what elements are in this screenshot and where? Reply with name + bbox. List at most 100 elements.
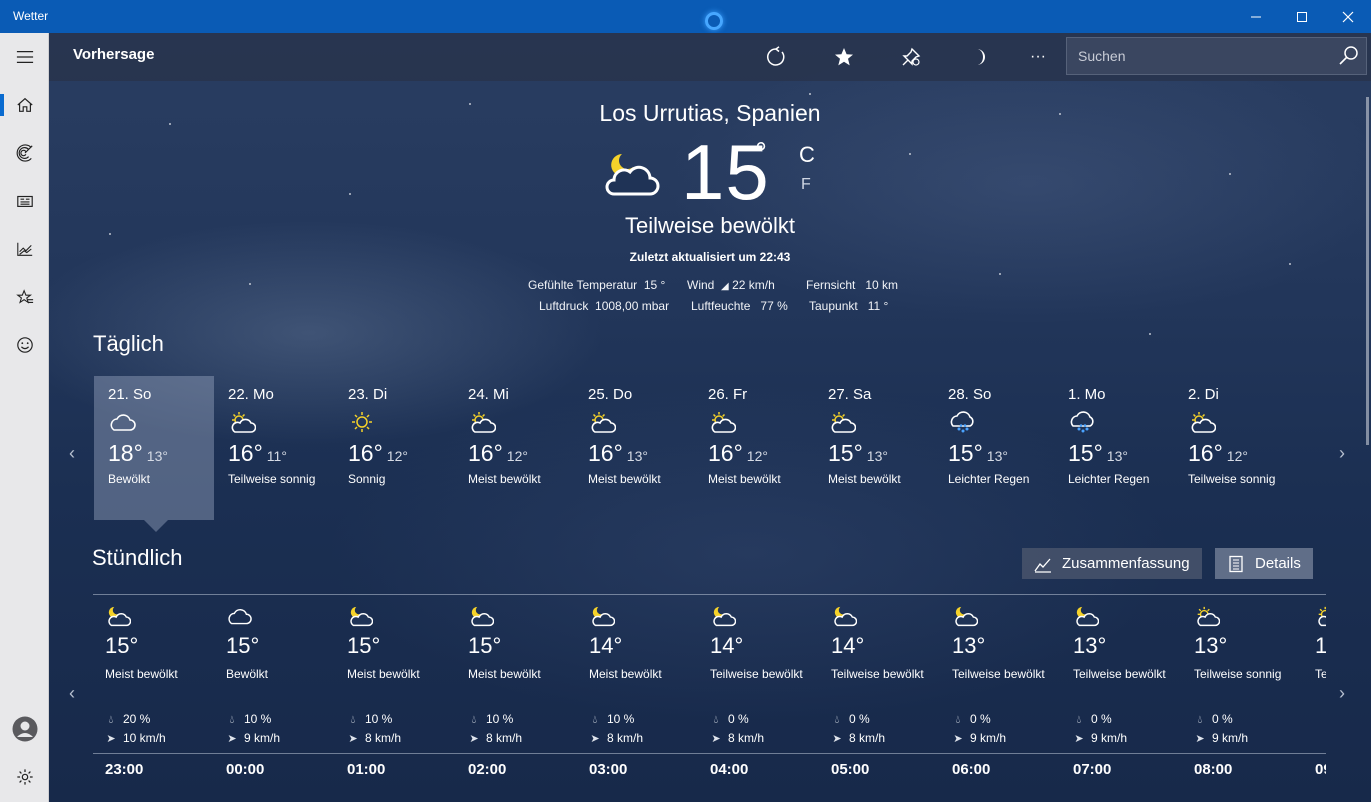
settings-gear-icon[interactable] xyxy=(0,757,49,797)
partly-sunny-icon xyxy=(1315,605,1326,627)
hour-condition: Meist bewölkt xyxy=(347,667,420,681)
hour-wind: ➤ 10 km/h xyxy=(105,731,165,745)
hour-condition: Meist bewölkt xyxy=(589,667,662,681)
hour-temp: 15° xyxy=(226,633,260,658)
precip-value: 20 % xyxy=(123,712,151,726)
partly-cloudy-night-icon xyxy=(1073,605,1100,627)
wind-direction-icon: ➤ xyxy=(469,733,479,745)
precip-value: 0 % xyxy=(849,712,870,726)
daily-next-arrow-icon[interactable]: › xyxy=(1339,443,1345,464)
hour-precipitation: 💧︎ 10 % xyxy=(226,712,272,727)
feedback-smiley-icon[interactable] xyxy=(0,325,49,365)
wind-value: 8 km/h xyxy=(849,731,886,745)
wind-direction-icon: ➤ xyxy=(348,733,358,745)
hour-wind: ➤ 8 km/h xyxy=(347,731,401,745)
hour-precipitation: 💧︎ 10 % xyxy=(347,712,393,727)
partly-cloudy-night-icon xyxy=(952,605,979,627)
partly-cloudy-night-icon xyxy=(468,605,495,627)
vertical-scrollbar[interactable] xyxy=(1366,97,1369,445)
hourly-item[interactable]: 14° Teilweise bewölkt 💧︎ 0 % ➤ 8 km/h 05:00 xyxy=(819,605,940,785)
hour-precipitation: 💧︎ 0 % xyxy=(1194,712,1233,727)
partly-cloudy-night-icon xyxy=(347,605,374,627)
hour-time: 08:00 xyxy=(1194,761,1233,778)
hourly-item[interactable]: 13° Teilweise sonnig 💧︎ 0 % ➤ 9 km/h 08:00 xyxy=(1182,605,1303,785)
home-icon[interactable] xyxy=(0,85,49,125)
close-button[interactable] xyxy=(1325,0,1371,33)
raindrop-icon: 💧︎ xyxy=(713,714,719,726)
hour-temp: 15° xyxy=(105,633,139,658)
partly-cloudy-night-icon xyxy=(710,605,737,627)
hour-time: 09 xyxy=(1315,761,1326,778)
partly-sunny-icon xyxy=(1194,605,1221,627)
maximize-button[interactable] xyxy=(1279,0,1325,33)
precip-value: 0 % xyxy=(970,712,991,726)
hourly-item[interactable]: 14° Te 09 xyxy=(1303,605,1326,785)
search-icon[interactable] xyxy=(1338,45,1360,67)
hour-condition: Teilweise bewölkt xyxy=(831,667,924,681)
hamburger-menu-icon[interactable] xyxy=(0,37,49,77)
hour-time: 01:00 xyxy=(347,761,386,778)
wind-value: 9 km/h xyxy=(1091,731,1128,745)
account-avatar-icon[interactable] xyxy=(0,709,49,749)
hour-temp: 15° xyxy=(347,633,381,658)
title-bar: Wetter xyxy=(0,0,1371,33)
minimize-button[interactable] xyxy=(1233,0,1279,33)
hourly-item[interactable]: 14° Teilweise bewölkt 💧︎ 0 % ➤ 8 km/h 04:00 xyxy=(698,605,819,785)
hour-temp: 13° xyxy=(952,633,986,658)
historical-weather-icon[interactable] xyxy=(0,229,49,269)
precip-value: 10 % xyxy=(244,712,272,726)
favorites-list-icon[interactable] xyxy=(0,277,49,317)
hour-time: 23:00 xyxy=(105,761,144,778)
hourly-item[interactable]: 15° Meist bewölkt 💧︎ 20 % ➤ 10 km/h 23:00 xyxy=(93,605,214,785)
raindrop-icon: 💧︎ xyxy=(592,714,598,726)
wind-value: 9 km/h xyxy=(244,731,281,745)
hourly-item[interactable]: 15° Meist bewölkt 💧︎ 10 % ➤ 8 km/h 02:00 xyxy=(456,605,577,785)
hourly-item[interactable]: 14° Meist bewölkt 💧︎ 10 % ➤ 8 km/h 03:00 xyxy=(577,605,698,785)
hourly-item[interactable]: 13° Teilweise bewölkt 💧︎ 0 % ➤ 9 km/h 06:00 xyxy=(940,605,1061,785)
precip-value: 10 % xyxy=(607,712,635,726)
raindrop-icon: 💧︎ xyxy=(471,714,477,726)
app-title: Wetter xyxy=(13,9,49,23)
hour-wind: ➤ 8 km/h xyxy=(831,731,885,745)
hourly-item[interactable]: 15° Meist bewölkt 💧︎ 10 % ➤ 8 km/h 01:00 xyxy=(335,605,456,785)
partly-cloudy-night-icon xyxy=(589,605,616,627)
wind-value: 8 km/h xyxy=(728,731,765,745)
navigation-rail xyxy=(0,33,49,802)
hourly-forecast-row: 15° Meist bewölkt 💧︎ 20 % ➤ 10 km/h 23:00 15° Be… xyxy=(49,33,1326,802)
hour-condition: Teilweise bewölkt xyxy=(952,667,1045,681)
wind-value: 8 km/h xyxy=(365,731,402,745)
hour-precipitation: 💧︎ 0 % xyxy=(952,712,991,727)
hour-time: 06:00 xyxy=(952,761,991,778)
hour-precipitation: 💧︎ 10 % xyxy=(468,712,514,727)
wind-direction-icon: ➤ xyxy=(590,733,600,745)
hourly-item[interactable]: 13° Teilweise bewölkt 💧︎ 0 % ➤ 9 km/h 07:00 xyxy=(1061,605,1182,785)
raindrop-icon: 💧︎ xyxy=(1197,714,1203,726)
cloudy-icon xyxy=(226,605,252,627)
raindrop-icon: 💧︎ xyxy=(350,714,356,726)
hourly-next-arrow-icon[interactable]: › xyxy=(1339,683,1345,704)
hour-wind: ➤ 9 km/h xyxy=(1194,731,1248,745)
hour-time: 04:00 xyxy=(710,761,749,778)
hourly-item[interactable]: 15° Bewölkt 💧︎ 10 % ➤ 9 km/h 00:00 xyxy=(214,605,335,785)
raindrop-icon: 💧︎ xyxy=(229,714,235,726)
radar-icon[interactable] xyxy=(0,133,49,173)
wind-direction-icon: ➤ xyxy=(106,733,116,745)
hour-condition: Meist bewölkt xyxy=(468,667,541,681)
hour-wind: ➤ 9 km/h xyxy=(226,731,280,745)
hour-temp: 14° xyxy=(831,633,865,658)
precip-value: 10 % xyxy=(365,712,393,726)
hour-condition: Te xyxy=(1315,667,1326,681)
hour-temp: 14° xyxy=(589,633,623,658)
precip-value: 0 % xyxy=(728,712,749,726)
hour-condition: Teilweise bewölkt xyxy=(710,667,803,681)
hour-condition: Bewölkt xyxy=(226,667,269,681)
cortana-icon[interactable] xyxy=(705,12,723,30)
hour-condition: Meist bewölkt xyxy=(105,667,178,681)
precip-value: 0 % xyxy=(1091,712,1112,726)
news-icon[interactable] xyxy=(0,181,49,221)
wind-direction-icon: ➤ xyxy=(1074,733,1084,745)
hour-wind: ➤ 9 km/h xyxy=(952,731,1006,745)
hour-wind: ➤ 8 km/h xyxy=(468,731,522,745)
wind-direction-icon: ➤ xyxy=(1195,733,1205,745)
hour-temp: 13° xyxy=(1073,633,1107,658)
